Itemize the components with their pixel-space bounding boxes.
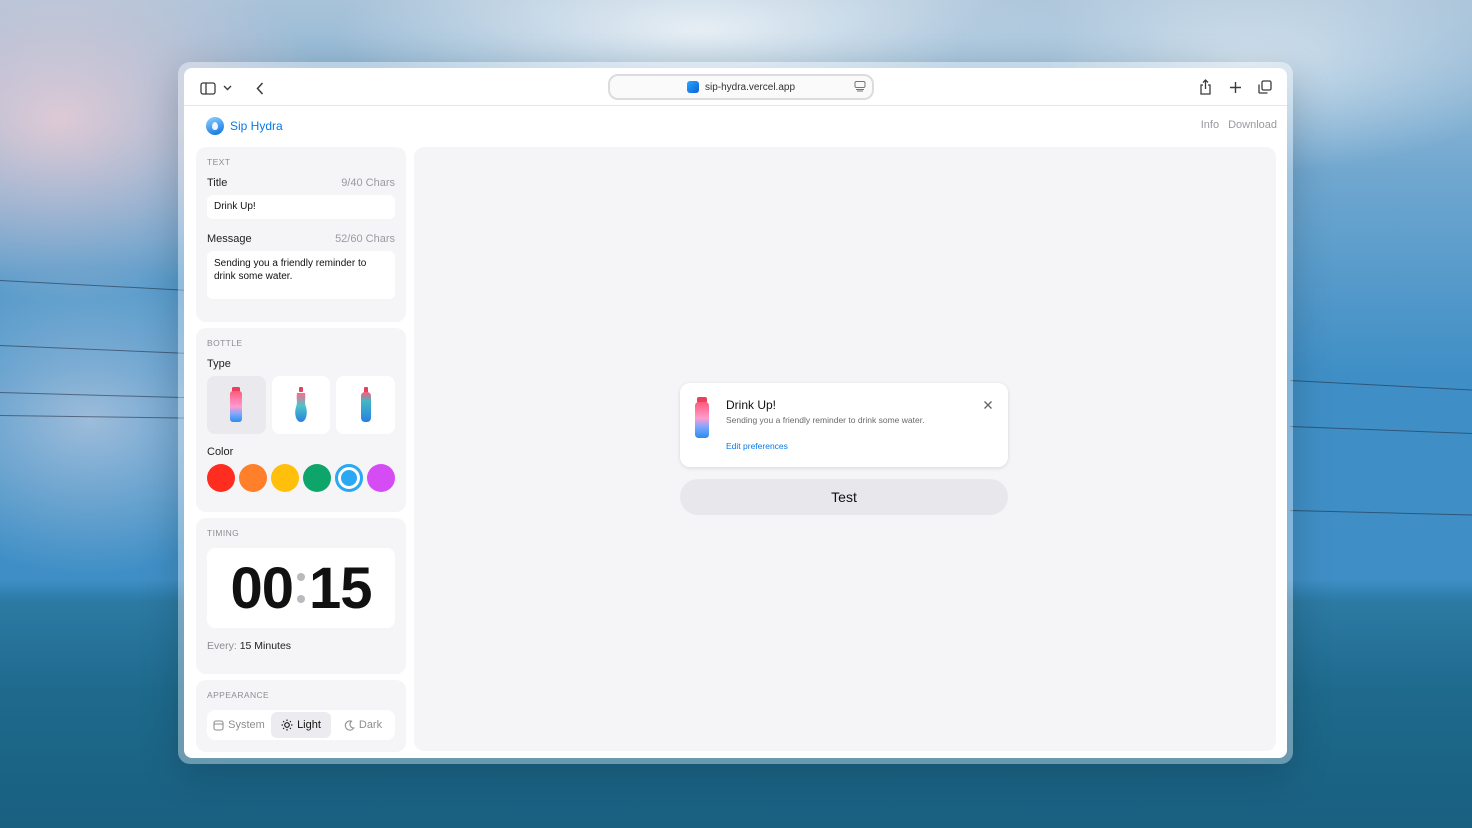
every-value: 15 Minutes	[239, 640, 292, 652]
title-input[interactable]: Drink Up!	[207, 195, 395, 219]
top-nav: Info Download	[1201, 119, 1277, 131]
timer-colon	[297, 573, 305, 603]
tabs-icon[interactable]	[1255, 77, 1275, 97]
site-favicon	[686, 81, 699, 93]
bottle-type-option[interactable]	[336, 376, 396, 434]
notification-card[interactable]: Drink Up! Sending you a friendly reminde…	[680, 383, 1008, 467]
timer-minutes: 00	[230, 555, 294, 621]
bottle-type-picker	[207, 376, 396, 434]
section-label: TIMING	[207, 528, 240, 538]
bottle-curvy-icon	[295, 387, 307, 422]
moon-icon	[344, 719, 355, 731]
test-button[interactable]: Test	[680, 479, 1008, 515]
type-label: Type	[207, 358, 231, 370]
bottle-type-option[interactable]	[271, 376, 331, 434]
browser-frame: sip-hydra.vercel.app Sip Hydra Info Down…	[184, 68, 1287, 758]
app-name: Sip Hydra	[230, 119, 283, 133]
appearance-dark-label: Dark	[358, 719, 383, 731]
section-label: BOTTLE	[207, 338, 243, 348]
url-text: sip-hydra.vercel.app	[704, 81, 796, 93]
system-icon	[213, 719, 224, 731]
browser-window: sip-hydra.vercel.app Sip Hydra Info Down…	[178, 62, 1293, 764]
appearance-section: APPEARANCE System Light Dark	[196, 680, 406, 752]
bottle-section: BOTTLE Type Color	[196, 328, 406, 512]
color-swatch-red[interactable]	[207, 464, 235, 492]
color-picker	[207, 464, 395, 492]
appearance-light-label: Light	[297, 719, 321, 731]
color-swatch-blue[interactable]	[335, 464, 363, 492]
interval-timer[interactable]: 00 15	[207, 548, 395, 628]
color-swatch-purple[interactable]	[367, 464, 395, 492]
section-label: APPEARANCE	[207, 690, 270, 700]
notification-title: Drink Up!	[726, 398, 777, 412]
notification-preview-area: Drink Up! Sending you a friendly reminde…	[414, 147, 1276, 751]
address-bar[interactable]: sip-hydra.vercel.app	[608, 74, 874, 100]
sidebar-icon[interactable]	[198, 78, 218, 98]
close-icon[interactable]	[982, 399, 994, 411]
bottle-type-option[interactable]	[207, 376, 266, 434]
app-header: Sip Hydra Info Download	[184, 106, 1287, 146]
message-label: Message	[207, 233, 252, 245]
title-label: Title	[207, 177, 228, 189]
message-textarea[interactable]: Sending you a friendly reminder to drink…	[207, 251, 395, 299]
share-icon[interactable]	[1195, 77, 1215, 97]
chevron-down-icon[interactable]	[222, 78, 232, 98]
title-char-count: 9/40 Chars	[341, 177, 395, 189]
back-icon[interactable]	[250, 78, 270, 98]
nav-info-link[interactable]: Info	[1201, 119, 1219, 131]
plus-icon[interactable]	[1225, 77, 1245, 97]
timer-seconds: 15	[309, 555, 373, 621]
color-swatch-yellow[interactable]	[271, 464, 299, 492]
browser-toolbar: sip-hydra.vercel.app	[184, 68, 1287, 106]
nav-download-link[interactable]: Download	[1228, 119, 1277, 131]
color-label: Color	[207, 446, 234, 458]
notification-message: Sending you a friendly reminder to drink…	[726, 415, 925, 425]
color-swatch-green[interactable]	[303, 464, 331, 492]
appearance-system-label: System	[228, 719, 265, 731]
bottle-straight-icon	[230, 387, 243, 422]
section-label: TEXT	[207, 157, 231, 167]
reader-icon[interactable]	[854, 80, 866, 95]
appearance-toggle: System Light Dark	[207, 710, 395, 740]
color-swatch-orange[interactable]	[239, 464, 267, 492]
every-label: Every:	[207, 640, 237, 652]
interval-summary: Every: 15 Minutes	[207, 640, 395, 652]
edit-preferences-link[interactable]: Edit preferences	[726, 441, 788, 451]
bottle-sport-icon	[360, 387, 371, 422]
sun-icon	[281, 719, 293, 731]
settings-sidebar: TEXT Title 9/40 Chars Drink Up! Message …	[196, 147, 406, 758]
appearance-light-option[interactable]: Light	[271, 712, 331, 738]
bottle-icon	[695, 397, 709, 438]
text-section: TEXT Title 9/40 Chars Drink Up! Message …	[196, 147, 406, 322]
appearance-system-option[interactable]: System	[209, 712, 269, 738]
brand[interactable]: Sip Hydra	[206, 117, 283, 135]
water-drop-logo-icon	[206, 117, 224, 135]
message-char-count: 52/60 Chars	[335, 233, 395, 245]
timing-section: TIMING 00 15 Every: 15 Minutes	[196, 518, 406, 674]
appearance-dark-option[interactable]: Dark	[333, 712, 393, 738]
